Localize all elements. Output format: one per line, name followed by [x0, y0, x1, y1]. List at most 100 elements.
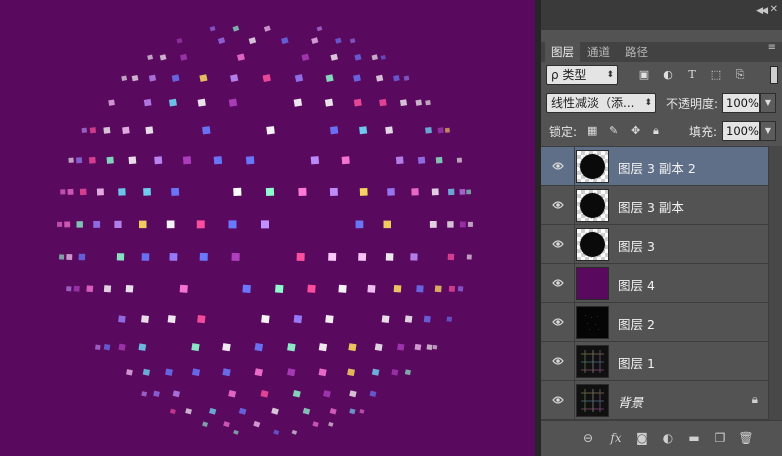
- layer-name[interactable]: 图层 3 副本: [618, 197, 684, 216]
- sphere-tile: [125, 284, 134, 293]
- sphere-tile: [296, 252, 305, 262]
- layer-thumbnail[interactable]: [576, 267, 609, 300]
- sphere-tile: [88, 156, 96, 164]
- sphere-tile: [385, 253, 394, 261]
- layer-lock-icon: 🔒︎: [751, 392, 758, 406]
- layer-thumbnail[interactable]: [576, 345, 609, 378]
- add-mask-icon[interactable]: ◙: [633, 431, 651, 445]
- sphere-tile: [395, 156, 404, 165]
- opacity-dropdown-button[interactable]: ▼: [760, 93, 776, 113]
- fill-dropdown-button[interactable]: ▼: [760, 121, 776, 141]
- sphere-tile: [209, 407, 217, 415]
- layer-row[interactable]: 图层 3: [541, 225, 768, 264]
- layer-name[interactable]: 图层 3: [618, 236, 655, 255]
- opacity-input[interactable]: 100%: [722, 93, 760, 113]
- shape-filter-icon[interactable]: ⬚: [709, 68, 723, 82]
- sphere-tile: [248, 37, 257, 45]
- close-panel-icon[interactable]: ✕: [770, 4, 778, 15]
- adjustment-filter-icon[interactable]: ◐: [661, 68, 675, 82]
- sphere-tile: [447, 188, 455, 196]
- collapse-panel-icon[interactable]: ◀◀: [756, 6, 768, 16]
- layer-row[interactable]: 背景 🔒︎: [541, 381, 768, 420]
- sphere-tile: [260, 220, 270, 229]
- sphere-tile: [325, 74, 334, 82]
- sphere-tile: [232, 25, 240, 32]
- sphere-tile: [179, 53, 188, 61]
- layer-name[interactable]: 图层 3 副本 2: [618, 158, 696, 177]
- layer-visibility-toggle[interactable]: [541, 342, 575, 381]
- sphere-tile: [168, 98, 177, 107]
- layer-thumbnail[interactable]: [576, 384, 609, 417]
- layer-row[interactable]: 图层 3 副本: [541, 186, 768, 225]
- sphere-tile: [253, 420, 261, 428]
- sphere-tile: [145, 126, 154, 135]
- layers-scrollbar[interactable]: [768, 146, 782, 420]
- sphere-tile: [86, 285, 94, 293]
- filter-kind-dropdown[interactable]: ρ 类型 ⬍: [546, 65, 618, 85]
- layer-name[interactable]: 图层 4: [618, 275, 655, 294]
- lock-image-pixels-icon[interactable]: ✎: [609, 124, 618, 138]
- sphere-tile: [353, 98, 362, 107]
- filter-toggle-switch[interactable]: [770, 66, 778, 84]
- fill-input[interactable]: 100%: [722, 121, 760, 141]
- tab-channels[interactable]: 通道: [581, 42, 616, 62]
- layer-visibility-toggle[interactable]: [541, 147, 575, 186]
- adjustment-layer-icon[interactable]: ◐: [659, 431, 677, 445]
- lock-all-icon[interactable]: 🔒︎: [653, 124, 659, 138]
- fx-icon[interactable]: fx: [607, 431, 625, 445]
- layer-thumbnail[interactable]: [576, 150, 609, 183]
- layer-visibility-toggle[interactable]: [541, 264, 575, 303]
- layer-row[interactable]: 图层 1: [541, 342, 768, 381]
- type-filter-icon[interactable]: T: [685, 68, 699, 82]
- layer-name[interactable]: 图层 1: [618, 353, 655, 372]
- sphere-tile: [417, 156, 426, 164]
- sphere-tile: [273, 429, 280, 436]
- sphere-tile: [415, 99, 422, 106]
- layer-thumbnail[interactable]: [576, 189, 609, 222]
- link-layers-icon[interactable]: ⊖: [579, 431, 597, 445]
- new-group-icon[interactable]: ▬: [685, 431, 703, 445]
- delete-layer-icon[interactable]: 🗑︎: [737, 431, 755, 445]
- sphere-tile: [228, 390, 237, 398]
- sphere-tile: [425, 99, 431, 106]
- sphere-tile: [199, 252, 208, 261]
- sphere-tile: [266, 126, 275, 135]
- sphere-tile: [196, 220, 205, 229]
- smart-object-filter-icon[interactable]: ⎘: [733, 68, 747, 82]
- sphere-tile: [108, 99, 115, 106]
- sphere-tile: [176, 38, 183, 44]
- lock-position-icon[interactable]: ✥: [631, 124, 640, 138]
- layer-visibility-toggle[interactable]: [541, 303, 575, 342]
- panel-menu-icon[interactable]: ≡: [768, 43, 776, 53]
- sphere-tile: [73, 285, 80, 292]
- layer-name[interactable]: 图层 2: [618, 314, 655, 333]
- layer-thumbnail[interactable]: [576, 228, 609, 261]
- layer-visibility-toggle[interactable]: [541, 186, 575, 225]
- sphere-tile: [381, 315, 390, 323]
- sphere-tile: [367, 284, 376, 293]
- sphere-tile: [165, 368, 173, 376]
- sphere-tile: [330, 53, 339, 61]
- layer-row[interactable]: 图层 3 副本 2: [541, 147, 768, 186]
- sphere-tile: [416, 285, 424, 293]
- tab-layers[interactable]: 图层: [545, 42, 580, 62]
- blend-mode-dropdown[interactable]: 线性减淡（添... ⬍: [546, 93, 656, 113]
- layer-row[interactable]: 图层 4: [541, 264, 768, 303]
- sphere-tile: [128, 156, 137, 165]
- layer-name[interactable]: 背景: [618, 392, 643, 411]
- image-filter-icon[interactable]: ▣: [637, 68, 651, 82]
- sphere-tile: [324, 98, 334, 107]
- layer-visibility-toggle[interactable]: [541, 225, 575, 264]
- tab-paths[interactable]: 路径: [619, 42, 654, 62]
- layer-thumbnail[interactable]: [576, 306, 609, 339]
- sphere-tile: [355, 220, 364, 229]
- sphere-tile: [118, 343, 126, 351]
- layer-visibility-toggle[interactable]: [541, 381, 575, 420]
- document-canvas[interactable]: [0, 0, 535, 456]
- new-layer-icon[interactable]: ❐: [711, 431, 729, 445]
- sphere-tile: [142, 368, 151, 376]
- sphere-tile: [293, 314, 303, 324]
- sphere-tile: [126, 369, 133, 376]
- layer-row[interactable]: 图层 2: [541, 303, 768, 342]
- lock-transparent-pixels-icon[interactable]: ▦: [587, 124, 597, 138]
